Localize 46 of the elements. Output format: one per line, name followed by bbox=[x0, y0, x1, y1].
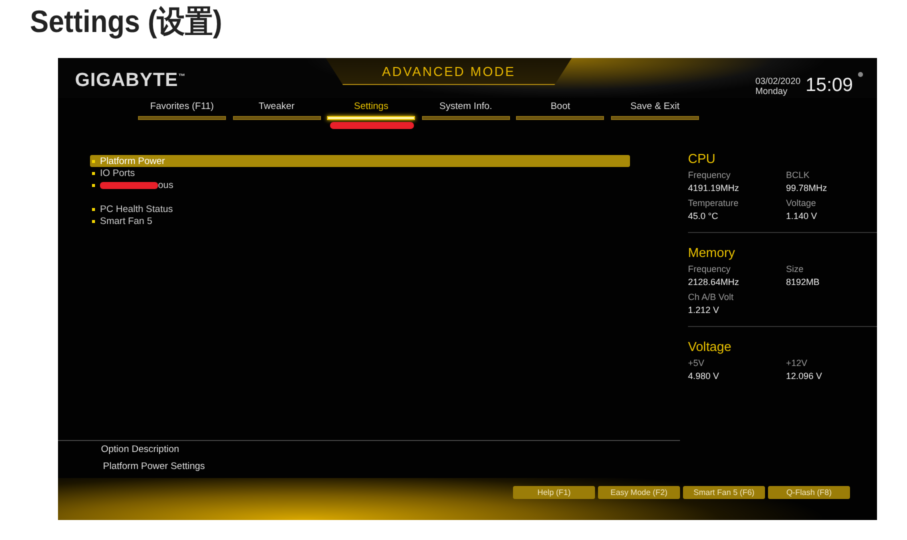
bullet-icon bbox=[92, 184, 95, 186]
menu-item[interactable]: Smart Fan 5 bbox=[90, 215, 630, 227]
info-value: 12.096 V bbox=[786, 371, 824, 381]
menu-tab[interactable]: System Info. bbox=[422, 98, 509, 130]
info-label: Frequency bbox=[688, 170, 732, 180]
info-label: +5V bbox=[688, 358, 706, 368]
annotation-scribble bbox=[100, 182, 158, 188]
description-title: Option Description bbox=[101, 444, 180, 455]
section-title: Voltage bbox=[688, 339, 732, 354]
info-value: 45.0 °C bbox=[688, 211, 720, 221]
page-title: Settings (设置) bbox=[30, 3, 222, 41]
menu-tab[interactable]: Settings bbox=[328, 98, 414, 130]
description-text: Platform Power Settings bbox=[102, 461, 206, 472]
menu-item[interactable]: PC Health Status bbox=[90, 203, 630, 215]
info-label: Temperature bbox=[688, 198, 740, 208]
menu-item[interactable]: IO Ports bbox=[90, 167, 630, 179]
info-label: BCLK bbox=[786, 170, 811, 180]
info-value: 2128.64MHz bbox=[688, 277, 740, 287]
info-label: Size bbox=[786, 264, 805, 274]
bullet-icon bbox=[92, 172, 95, 174]
info-value: 99.78MHz bbox=[786, 183, 828, 193]
menu-tab[interactable]: Boot bbox=[517, 98, 604, 130]
info-value: 1.140 V bbox=[786, 211, 818, 221]
info-label: Ch A/B Volt bbox=[688, 292, 735, 302]
bullet-icon bbox=[92, 160, 95, 162]
brand-logo: GIGABYTE$^{™}$ bbox=[75, 70, 186, 92]
menu-item[interactable]: ous bbox=[90, 179, 630, 191]
info-label: Frequency bbox=[688, 264, 732, 274]
section-title: CPU bbox=[688, 151, 716, 166]
info-label: Voltage bbox=[786, 198, 818, 208]
info-value: 8192MB bbox=[786, 277, 821, 287]
section-title: Memory bbox=[688, 245, 736, 260]
menu-tab[interactable]: Favorites (F11) bbox=[139, 98, 225, 130]
clock-time: 15:09 bbox=[805, 76, 853, 96]
menu-tab[interactable]: Save & Exit bbox=[612, 98, 698, 130]
bullet-icon bbox=[92, 220, 95, 222]
info-value: 4.980 V bbox=[688, 371, 720, 381]
info-value: 1.212 V bbox=[688, 305, 720, 315]
menu-tab[interactable]: Tweaker bbox=[234, 98, 320, 130]
bullet-icon bbox=[92, 208, 95, 210]
info-value: 4191.19MHz bbox=[688, 183, 740, 193]
day-text: Monday bbox=[755, 86, 788, 96]
info-label: +12V bbox=[786, 358, 808, 368]
mode-banner: ADVANCED MODE bbox=[326, 58, 572, 85]
date-text: 03/02/2020 bbox=[755, 76, 800, 86]
dot-icon bbox=[858, 72, 863, 77]
